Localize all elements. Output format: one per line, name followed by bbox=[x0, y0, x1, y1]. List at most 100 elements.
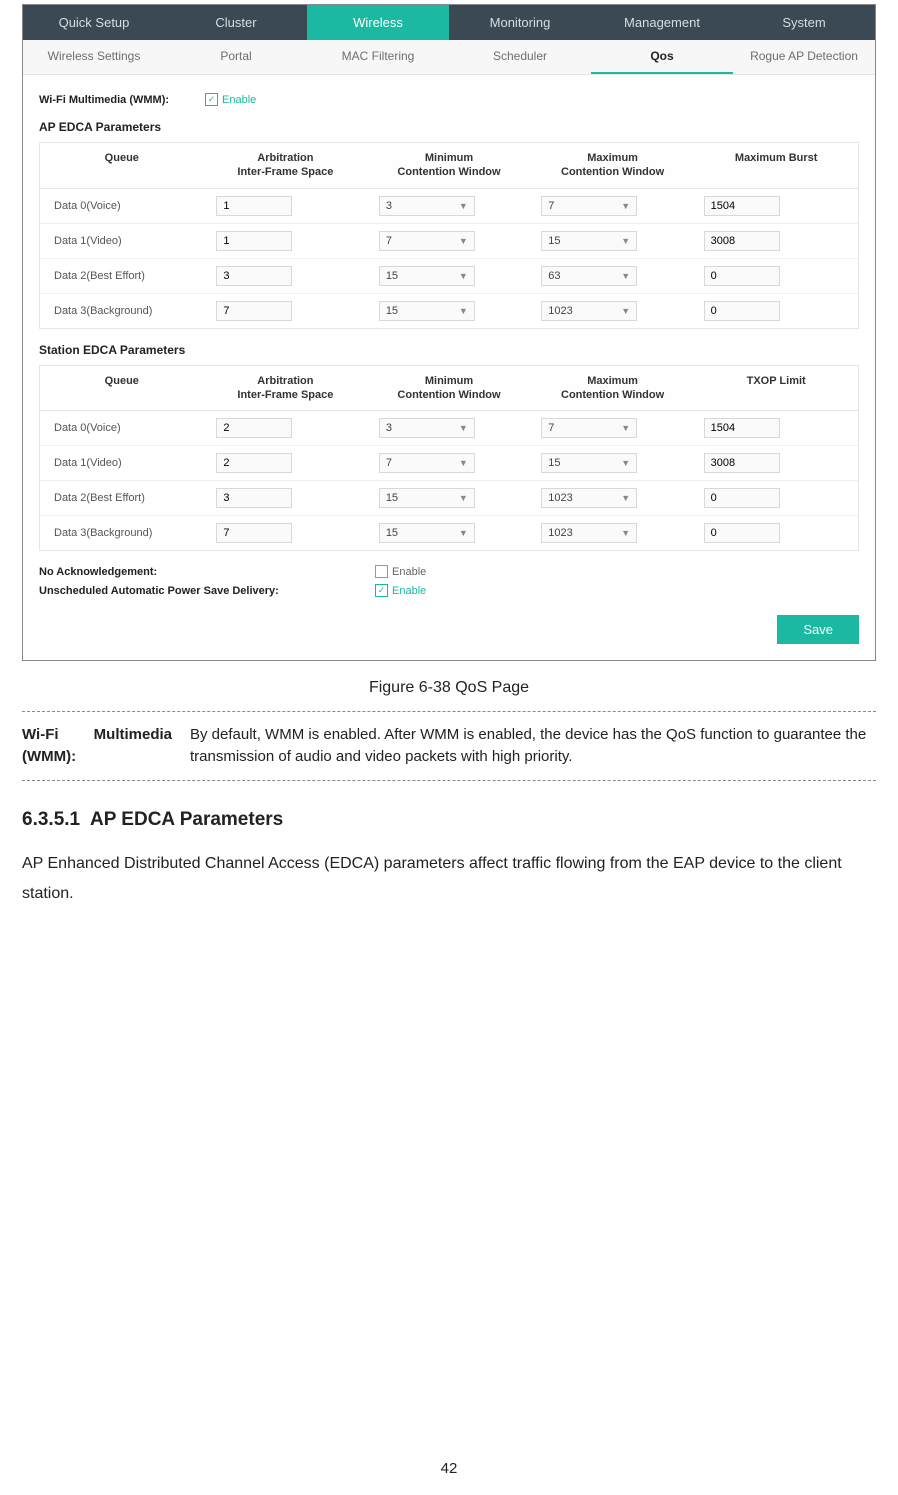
chevron-down-icon: ▼ bbox=[621, 423, 630, 433]
checkbox-empty-icon bbox=[375, 565, 388, 578]
column-header: Maximum Burst bbox=[694, 143, 858, 188]
burst-input[interactable] bbox=[704, 231, 780, 251]
section-number: 6.3.5.1 bbox=[22, 809, 80, 830]
aifs-input[interactable] bbox=[216, 231, 292, 251]
chevron-down-icon: ▼ bbox=[459, 236, 468, 246]
wmm-label: Wi-Fi Multimedia (WMM): bbox=[39, 94, 169, 106]
sub-tab-rogue-ap-detection[interactable]: Rogue AP Detection bbox=[733, 40, 875, 74]
queue-cell: Data 3(Background) bbox=[40, 524, 208, 542]
max-cw-select[interactable]: 1023▼ bbox=[541, 488, 637, 508]
table-row: Data 3(Background) 15▼ 1023▼ bbox=[40, 516, 858, 550]
description-row: Wi-Fi Multimedia (WMM): By default, WMM … bbox=[22, 718, 876, 774]
main-tab-wireless[interactable]: Wireless bbox=[307, 5, 449, 40]
station-section-title: Station EDCA Parameters bbox=[39, 343, 859, 357]
burst-input[interactable] bbox=[704, 488, 780, 508]
save-row: Save bbox=[39, 615, 859, 644]
uapsd-enable-text: Enable bbox=[392, 585, 426, 597]
burst-input[interactable] bbox=[704, 523, 780, 543]
divider bbox=[22, 711, 876, 712]
save-button[interactable]: Save bbox=[777, 615, 859, 644]
burst-input[interactable] bbox=[704, 418, 780, 438]
burst-input[interactable] bbox=[704, 196, 780, 216]
queue-cell: Data 1(Video) bbox=[40, 454, 208, 472]
column-header: MaximumContention Window bbox=[531, 366, 695, 411]
main-tab-monitoring[interactable]: Monitoring bbox=[449, 5, 591, 40]
ap-table: QueueArbitrationInter-Frame SpaceMinimum… bbox=[39, 142, 859, 329]
queue-cell: Data 2(Best Effort) bbox=[40, 267, 208, 285]
sub-tab-mac-filtering[interactable]: MAC Filtering bbox=[307, 40, 449, 74]
burst-input[interactable] bbox=[704, 301, 780, 321]
uapsd-label: Unscheduled Automatic Power Save Deliver… bbox=[39, 585, 339, 597]
table-row: Data 1(Video) 7▼ 15▼ bbox=[40, 446, 858, 481]
main-tab-management[interactable]: Management bbox=[591, 5, 733, 40]
station-table: QueueArbitrationInter-Frame SpaceMinimum… bbox=[39, 365, 859, 552]
min-cw-select[interactable]: 15▼ bbox=[379, 523, 475, 543]
max-cw-select[interactable]: 7▼ bbox=[541, 418, 637, 438]
sub-tab-portal[interactable]: Portal bbox=[165, 40, 307, 74]
section-heading: 6.3.5.1 AP EDCA Parameters bbox=[22, 809, 876, 831]
ap-section-title: AP EDCA Parameters bbox=[39, 120, 859, 134]
main-tab-system[interactable]: System bbox=[733, 5, 875, 40]
main-tab-cluster[interactable]: Cluster bbox=[165, 5, 307, 40]
figure-caption: Figure 6-38 QoS Page bbox=[22, 679, 876, 697]
description-text: By default, WMM is enabled. After WMM is… bbox=[190, 724, 876, 768]
chevron-down-icon: ▼ bbox=[621, 458, 630, 468]
chevron-down-icon: ▼ bbox=[621, 493, 630, 503]
sub-tab-qos[interactable]: Qos bbox=[591, 40, 733, 74]
min-cw-select[interactable]: 3▼ bbox=[379, 418, 475, 438]
queue-cell: Data 1(Video) bbox=[40, 232, 208, 250]
max-cw-select[interactable]: 63▼ bbox=[541, 266, 637, 286]
chevron-down-icon: ▼ bbox=[459, 528, 468, 538]
max-cw-select[interactable]: 15▼ bbox=[541, 453, 637, 473]
column-header: Queue bbox=[40, 143, 204, 188]
queue-cell: Data 2(Best Effort) bbox=[40, 489, 208, 507]
min-cw-select[interactable]: 15▼ bbox=[379, 488, 475, 508]
min-cw-select[interactable]: 7▼ bbox=[379, 231, 475, 251]
checkmark-icon: ✓ bbox=[205, 93, 218, 106]
sub-tab-wireless-settings[interactable]: Wireless Settings bbox=[23, 40, 165, 74]
aifs-input[interactable] bbox=[216, 196, 292, 216]
max-cw-select[interactable]: 15▼ bbox=[541, 231, 637, 251]
chevron-down-icon: ▼ bbox=[459, 271, 468, 281]
panel-body: Wi-Fi Multimedia (WMM): ✓ Enable AP EDCA… bbox=[23, 75, 875, 660]
aifs-input[interactable] bbox=[216, 523, 292, 543]
table-row: Data 3(Background) 15▼ 1023▼ bbox=[40, 294, 858, 328]
description-term: Wi-Fi Multimedia (WMM): bbox=[22, 724, 172, 768]
queue-cell: Data 3(Background) bbox=[40, 302, 208, 320]
aifs-input[interactable] bbox=[216, 266, 292, 286]
table-row: Data 2(Best Effort) 15▼ 63▼ bbox=[40, 259, 858, 294]
no-ack-checkbox[interactable]: Enable bbox=[375, 565, 426, 578]
chevron-down-icon: ▼ bbox=[459, 201, 468, 211]
min-cw-select[interactable]: 7▼ bbox=[379, 453, 475, 473]
aifs-input[interactable] bbox=[216, 488, 292, 508]
aifs-input[interactable] bbox=[216, 301, 292, 321]
aifs-input[interactable] bbox=[216, 453, 292, 473]
aifs-input[interactable] bbox=[216, 418, 292, 438]
burst-input[interactable] bbox=[704, 453, 780, 473]
table-row: Data 0(Voice)3▼7▼ bbox=[40, 189, 858, 224]
no-ack-label: No Acknowledgement: bbox=[39, 566, 339, 578]
uapsd-row: Unscheduled Automatic Power Save Deliver… bbox=[39, 584, 859, 597]
config-panel: Quick SetupClusterWirelessMonitoringMana… bbox=[22, 4, 876, 661]
column-header: MaximumContention Window bbox=[531, 143, 695, 188]
min-cw-select[interactable]: 15▼ bbox=[379, 266, 475, 286]
column-header: Queue bbox=[40, 366, 204, 411]
no-ack-enable-text: Enable bbox=[392, 566, 426, 578]
column-header: ArbitrationInter-Frame Space bbox=[204, 366, 368, 411]
max-cw-select[interactable]: 1023▼ bbox=[541, 523, 637, 543]
min-cw-select[interactable]: 15▼ bbox=[379, 301, 475, 321]
column-header: ArbitrationInter-Frame Space bbox=[204, 143, 368, 188]
main-tab-quick-setup[interactable]: Quick Setup bbox=[23, 5, 165, 40]
wmm-enable-checkbox[interactable]: ✓ Enable bbox=[205, 93, 256, 106]
chevron-down-icon: ▼ bbox=[621, 306, 630, 316]
max-cw-select[interactable]: 7▼ bbox=[541, 196, 637, 216]
uapsd-checkbox[interactable]: ✓ Enable bbox=[375, 584, 426, 597]
section-title: AP EDCA Parameters bbox=[90, 809, 283, 830]
table-row: Data 0(Voice)3▼7▼ bbox=[40, 411, 858, 446]
chevron-down-icon: ▼ bbox=[621, 271, 630, 281]
min-cw-select[interactable]: 3▼ bbox=[379, 196, 475, 216]
sub-tab-scheduler[interactable]: Scheduler bbox=[449, 40, 591, 74]
burst-input[interactable] bbox=[704, 266, 780, 286]
column-header: MinimumContention Window bbox=[367, 143, 531, 188]
max-cw-select[interactable]: 1023▼ bbox=[541, 301, 637, 321]
